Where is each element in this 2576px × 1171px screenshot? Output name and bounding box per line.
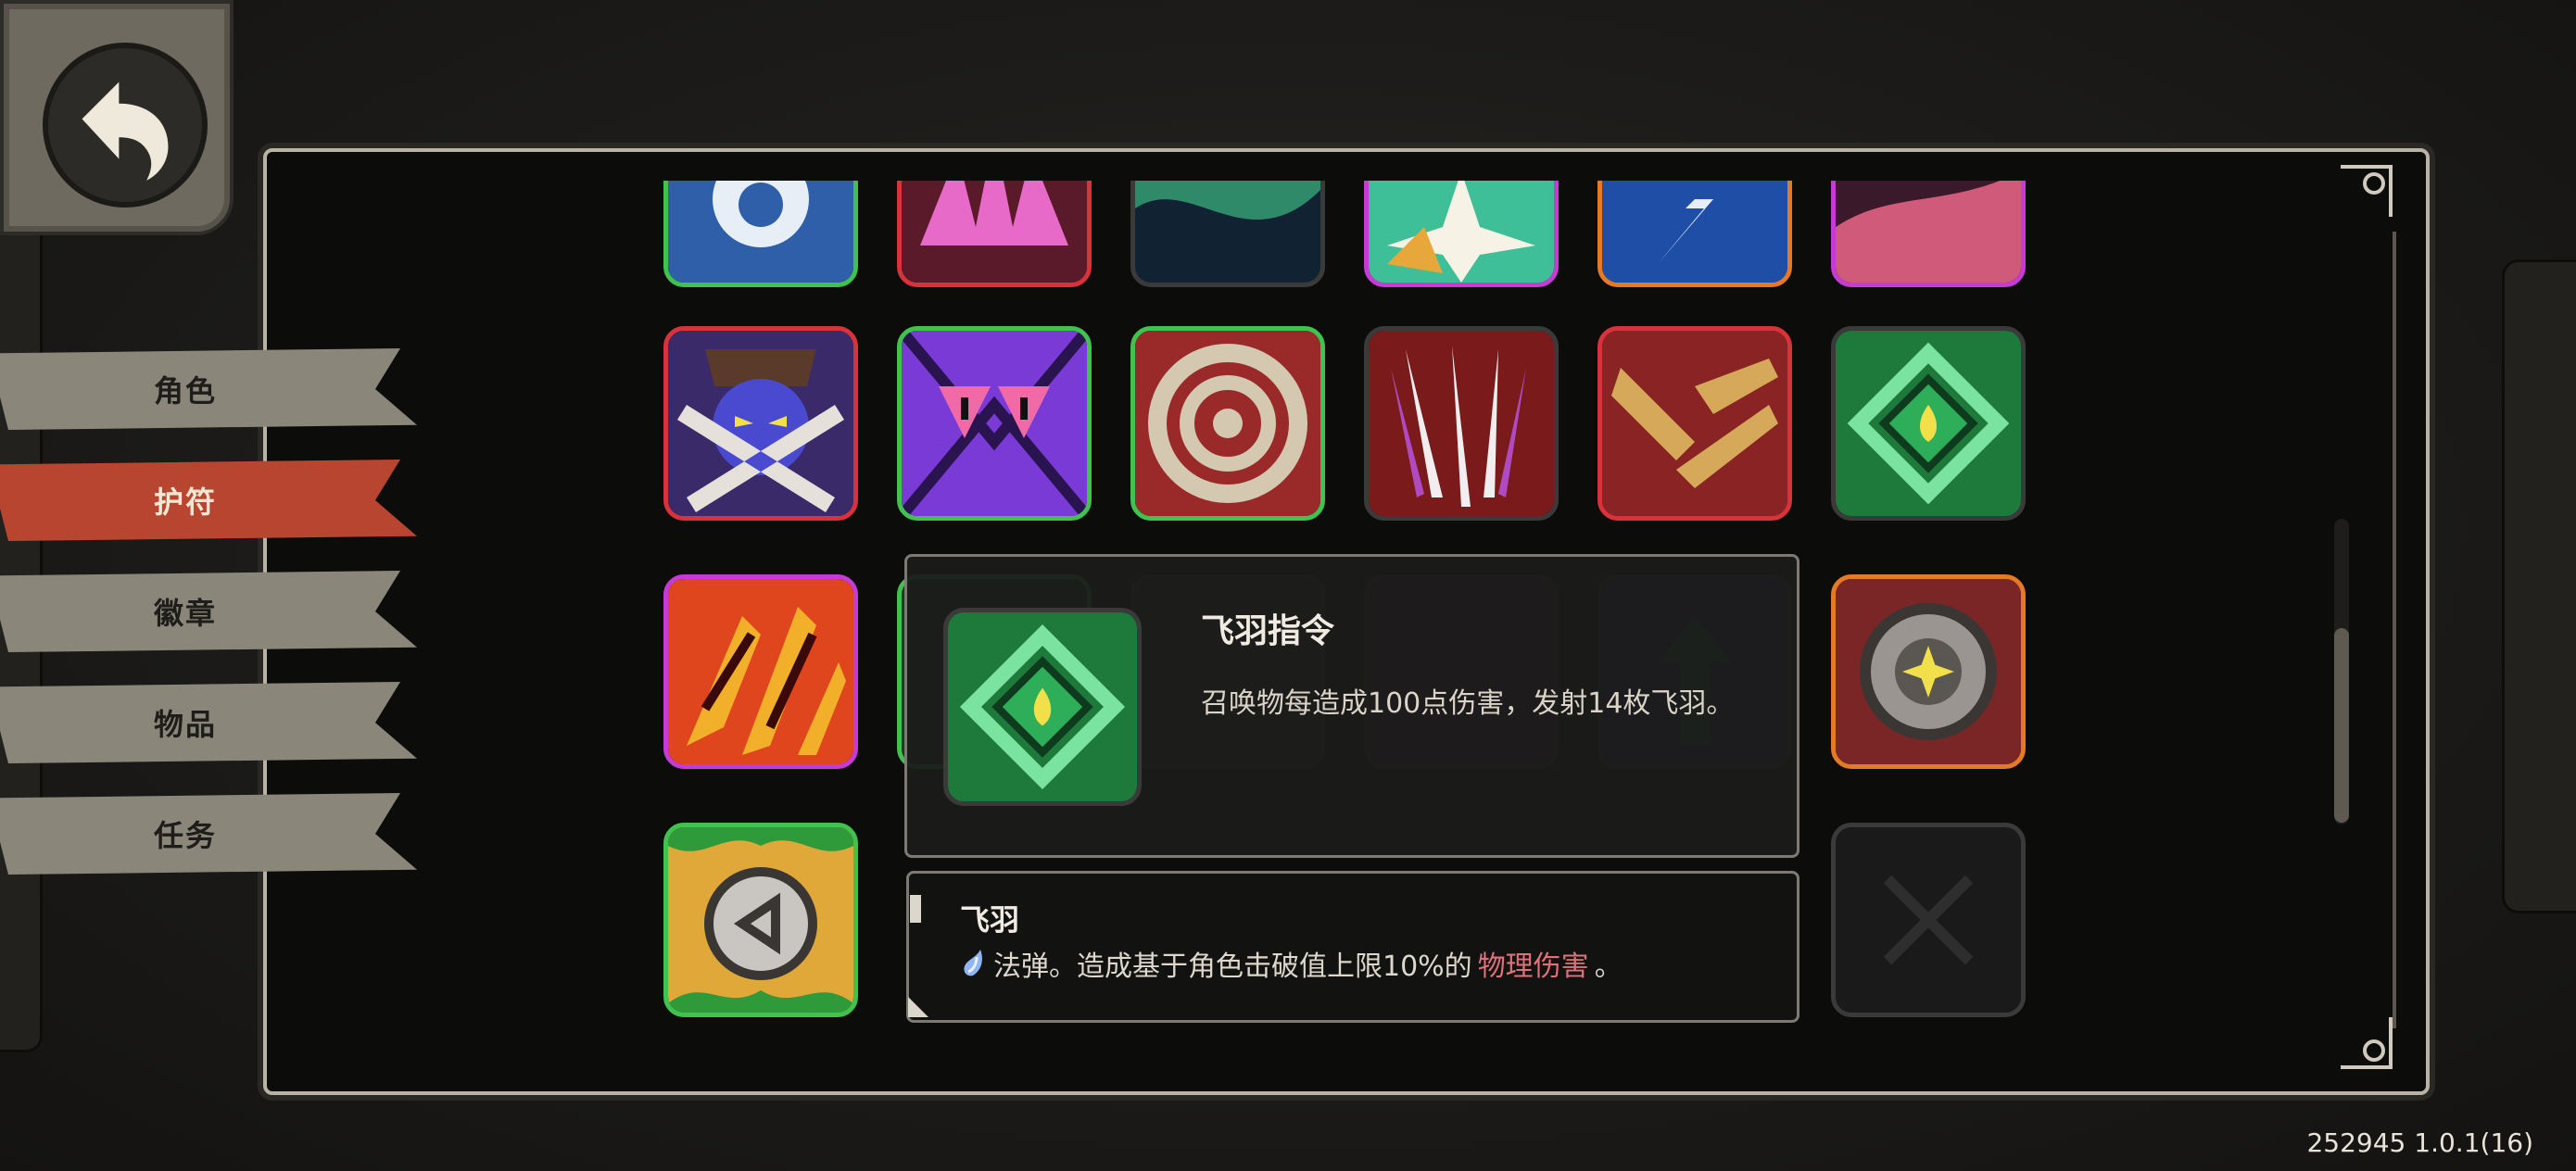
- claw-strike-icon: [1369, 331, 1554, 516]
- amulet-slot[interactable]: [663, 326, 858, 521]
- magic-bolt-icon: [964, 950, 982, 976]
- amulet-slot[interactable]: [897, 181, 1092, 287]
- amulet-slot[interactable]: [1130, 181, 1325, 287]
- panel-border-rail: [2393, 232, 2396, 1028]
- fists-icon: [1602, 331, 1787, 516]
- amulet-slot[interactable]: [1831, 326, 2026, 521]
- feather-command-icon: [943, 608, 1142, 806]
- tab-items[interactable]: 物品: [0, 682, 417, 763]
- masked-ninja-icon: [668, 331, 853, 516]
- green-swirl-icon: [1135, 181, 1320, 283]
- tab-amulet[interactable]: 护符: [0, 460, 417, 541]
- keyword-description: 法弹。造成基于角色击破值上限10%的 物理伤害。: [960, 943, 1623, 984]
- amulet-slot[interactable]: [1364, 326, 1559, 521]
- gear-seal-icon: [1836, 579, 2021, 764]
- amulet-slot[interactable]: [663, 181, 858, 287]
- amulet-slot[interactable]: [1364, 181, 1559, 287]
- storm-cloud-icon: [668, 181, 853, 283]
- tab-quests[interactable]: 任务: [0, 793, 417, 875]
- amulet-slot[interactable]: [1130, 326, 1325, 521]
- corner-ornament-top-right: [2341, 165, 2393, 217]
- tab-label: 护符: [153, 485, 217, 520]
- amulet-slot[interactable]: [1597, 181, 1792, 287]
- keyword-text: 法弹。造成基于角色击破值上限10%的: [993, 951, 1472, 983]
- feather-command-icon: [1836, 331, 2021, 516]
- crimson-beast-icon: [1836, 181, 2021, 283]
- keyword-marker: [910, 895, 921, 923]
- corner-ornament-bottom-right: [2341, 1017, 2393, 1069]
- tab-label: 物品: [153, 707, 217, 742]
- tooltip-description: 召唤物每造成100点伤害，发射14枚飞羽。: [1201, 687, 1735, 720]
- amulet-slot[interactable]: [663, 574, 858, 769]
- tab-label: 徽章: [153, 596, 217, 631]
- spiral-tentacle-icon: [1135, 331, 1320, 516]
- back-button[interactable]: [0, 0, 234, 235]
- lightning-icon: [1602, 181, 1787, 283]
- tab-character[interactable]: 角色: [0, 348, 417, 430]
- keyword-title: 飞羽: [960, 902, 1020, 938]
- amulet-slot[interactable]: [897, 326, 1092, 521]
- tab-badge[interactable]: 徽章: [0, 571, 417, 652]
- flame-claw-icon: [668, 579, 853, 764]
- keyword-text-end: 。: [1594, 951, 1623, 983]
- tab-label: 角色: [153, 373, 217, 409]
- burst-icon: [1369, 181, 1554, 283]
- scrollbar-thumb[interactable]: [2334, 628, 2349, 823]
- back-arrow-icon: [43, 43, 208, 208]
- right-pillar: [2502, 259, 2576, 913]
- silver-coin-icon: [668, 827, 853, 1013]
- amulet-slot[interactable]: [1831, 181, 2026, 287]
- tooltip-title: 飞羽指令: [1201, 612, 1335, 650]
- amulet-slot[interactable]: [663, 823, 858, 1017]
- pink-blossom-icon: [902, 181, 1087, 283]
- tab-label: 任务: [153, 818, 217, 853]
- version-label: 252945 1.0.1(16): [2306, 1127, 2533, 1158]
- keyword-highlight: 物理伤害: [1477, 951, 1589, 983]
- empty-slot[interactable]: [1831, 823, 2026, 1017]
- amulet-slot[interactable]: [1831, 574, 2026, 769]
- close-x-icon: [1836, 827, 2021, 1013]
- amulet-slot[interactable]: [1597, 326, 1792, 521]
- twin-warning-icon: [902, 331, 1087, 516]
